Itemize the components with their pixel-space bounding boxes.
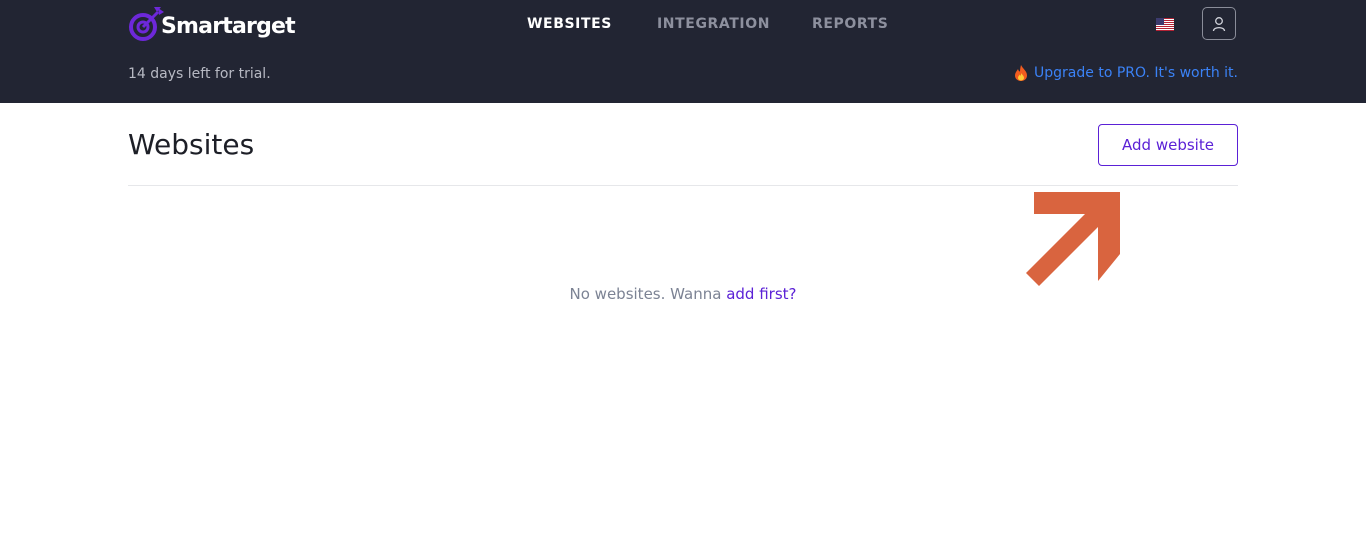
empty-state: No websites. Wanna add first? [0,285,1366,303]
add-website-button[interactable]: Add website [1098,124,1238,166]
nav-websites[interactable]: WEBSITES [527,16,612,36]
target-logo-icon [129,7,164,41]
nav-integration[interactable]: INTEGRATION [657,16,770,36]
upgrade-link[interactable]: Upgrade to PRO. It's worth it. [1014,65,1238,81]
upgrade-link-label: Upgrade to PRO. It's worth it. [1034,65,1238,81]
us-flag-icon[interactable] [1156,18,1174,31]
trial-status-text: 14 days left for trial. [128,66,271,82]
user-menu-button[interactable] [1202,7,1236,40]
empty-state-text: No websites. Wanna [569,285,722,303]
brand-name: Smartarget [161,13,296,39]
fire-icon [1015,65,1028,81]
page-title: Websites [128,128,255,161]
brand-logo[interactable]: Smartarget [128,4,296,44]
annotation-arrow-icon [1026,192,1120,286]
add-first-link[interactable]: add first? [726,285,796,303]
title-divider [128,185,1238,186]
top-header: Smartarget WEBSITES INTEGRATION REPORTS … [0,0,1366,103]
user-icon [1212,16,1226,31]
nav-reports[interactable]: REPORTS [812,16,889,36]
